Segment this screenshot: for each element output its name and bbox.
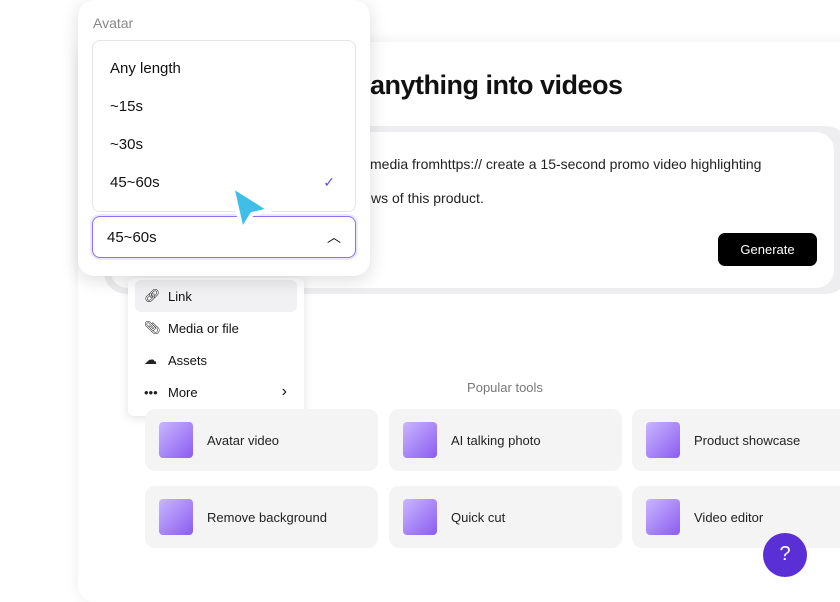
video-editor-thumbnail <box>646 499 680 535</box>
remove-background-thumbnail <box>159 499 193 535</box>
talking-photo-thumbnail <box>403 422 437 458</box>
tool-video-editor[interactable]: Video editor <box>632 486 840 548</box>
paperclip-icon: 📎︎ <box>144 320 161 335</box>
length-select[interactable]: 45~60s ︿ <box>92 216 356 258</box>
chevron-up-icon: ︿ <box>327 229 341 245</box>
option-15s[interactable]: ~15s <box>93 87 355 125</box>
tool-label: Avatar video <box>207 432 280 448</box>
menu-item-label: Media or file <box>168 320 239 336</box>
tool-label: Remove background <box>207 509 327 525</box>
menu-item-link[interactable]: 🔗︎ Link <box>135 280 297 312</box>
tool-avatar-video[interactable]: Avatar video <box>145 409 378 471</box>
prompt-text-line2: ws of this product. <box>371 190 484 206</box>
option-label: Any length <box>110 59 181 77</box>
tool-label: Quick cut <box>451 509 506 525</box>
tool-product-showcase[interactable]: Product showcase <box>632 409 840 471</box>
option-30s[interactable]: ~30s <box>93 125 355 163</box>
menu-item-assets[interactable]: ☁︎ Assets <box>135 344 297 376</box>
option-label: 45~60s <box>110 173 160 191</box>
prompt-text-line1: media fromhttps:// create a 15-second pr… <box>370 156 762 172</box>
option-any-length[interactable]: Any length <box>93 49 355 87</box>
length-popover: Avatar Any length ~15s ~30s 45~60s ✓ 45~6… <box>78 0 370 276</box>
option-label: ~15s <box>110 97 143 115</box>
generate-button[interactable]: Generate <box>718 233 817 266</box>
pointer-cursor-icon <box>230 184 272 232</box>
selected-value: 45~60s <box>107 228 157 246</box>
popover-label: Avatar <box>93 15 134 31</box>
check-icon: ✓ <box>323 173 335 190</box>
attach-menu: 🔗︎ Link 📎︎ Media or file ☁︎ Assets ••• More › <box>128 278 304 416</box>
tool-label: Video editor <box>694 509 764 525</box>
popular-tools-heading: Popular tools <box>467 380 543 395</box>
page-title: anything into videos <box>370 70 623 100</box>
menu-item-media[interactable]: 📎︎ Media or file <box>135 312 297 344</box>
help-button[interactable]: ? <box>763 533 807 577</box>
tool-remove-background[interactable]: Remove background <box>145 486 378 548</box>
menu-item-label: Link <box>168 288 192 304</box>
tool-label: Product showcase <box>694 432 801 448</box>
length-options: Any length ~15s ~30s 45~60s ✓ <box>92 40 356 212</box>
tool-quick-cut[interactable]: Quick cut <box>389 486 622 548</box>
option-45-60s[interactable]: 45~60s ✓ <box>93 163 355 201</box>
quick-cut-thumbnail <box>403 499 437 535</box>
menu-item-label: Assets <box>168 352 208 368</box>
option-label: ~30s <box>110 135 143 153</box>
tool-ai-talking-photo[interactable]: AI talking photo <box>389 409 622 471</box>
tool-label: AI talking photo <box>451 432 541 448</box>
product-showcase-thumbnail <box>646 422 680 458</box>
cloud-icon: ☁︎ <box>144 352 157 367</box>
link-icon: 🔗︎ <box>144 288 161 303</box>
question-icon: ? <box>779 543 791 565</box>
avatar-video-thumbnail <box>159 422 193 458</box>
